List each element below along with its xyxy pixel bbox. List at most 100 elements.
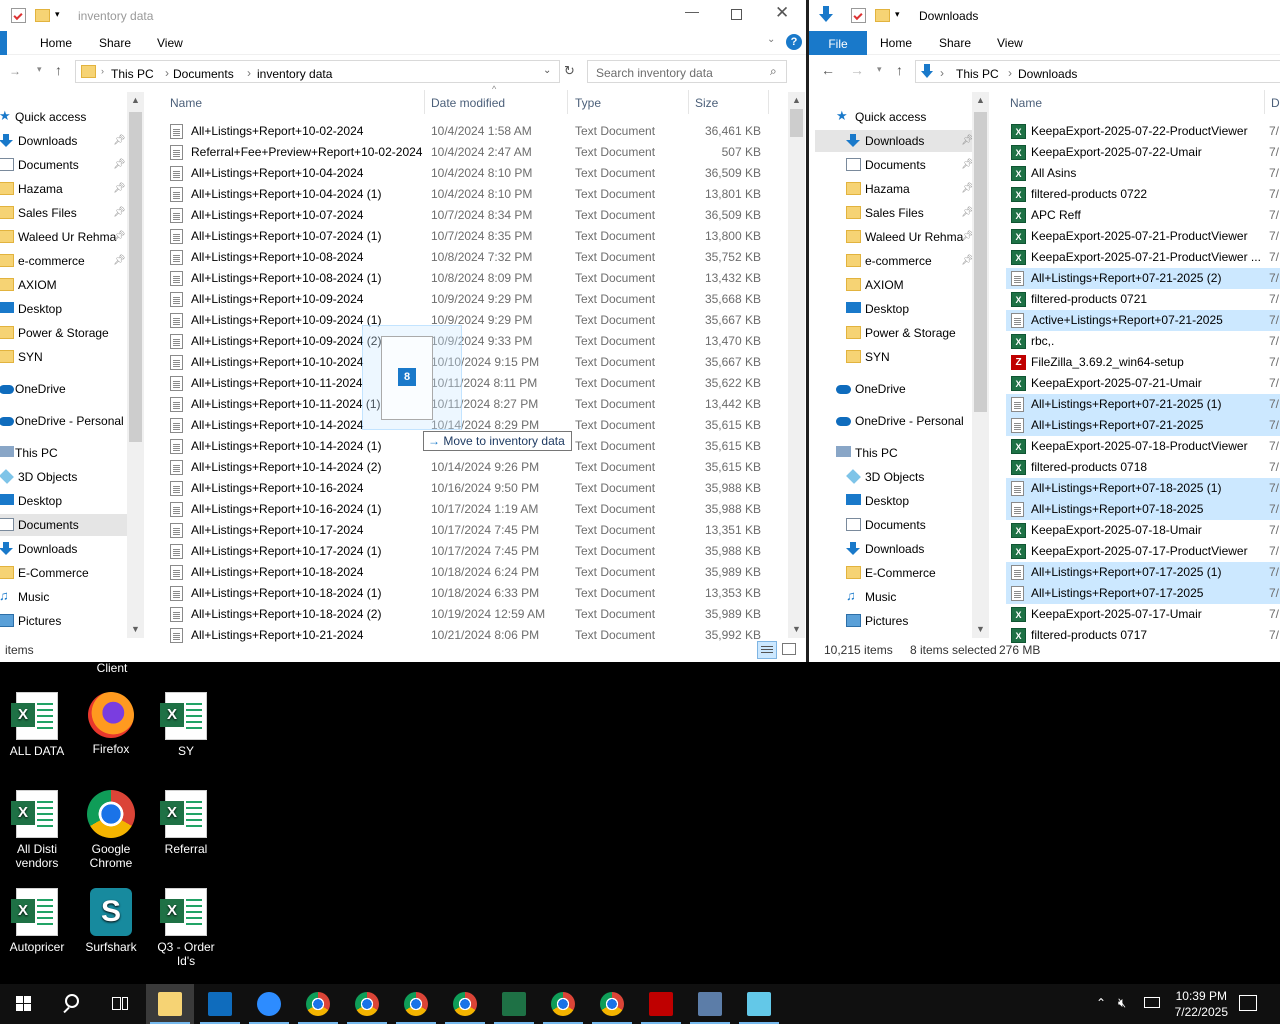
nav-item[interactable]: e-commerce 📌︎	[0, 250, 127, 272]
pin-icon[interactable]: 📌︎	[113, 135, 126, 146]
file-row[interactable]: X KeepaExport-2025-07-21-ProductViewer 7/	[1006, 226, 1280, 247]
file-row[interactable]: All+Listings+Report+10-14-2024 (2) 10/14/…	[165, 457, 785, 478]
file-row[interactable]: X KeepaExport-2025-07-17-ProductViewer 7/	[1006, 541, 1280, 562]
file-row[interactable]: Xfiltered-products 0718 7/	[1006, 457, 1280, 478]
start-button[interactable]	[0, 984, 48, 1024]
scroll-thumb[interactable]	[129, 112, 142, 442]
file-row[interactable]: All+Listings+Report+10-17-2024 (1) 10/17/…	[165, 541, 785, 562]
chrome-button[interactable]	[294, 984, 342, 1024]
chrome-button[interactable]	[588, 984, 636, 1024]
pin-icon[interactable]: 📌︎	[113, 231, 126, 242]
scroll-up-icon[interactable]: ▲	[127, 92, 144, 109]
new-folder-icon[interactable]	[35, 9, 50, 22]
address-bar[interactable]: › This PC › Downloads	[915, 60, 1280, 83]
column-divider[interactable]	[567, 90, 568, 114]
file-row[interactable]: All+Listings+Report+07-18-2025 7/	[1006, 499, 1280, 520]
file-row[interactable]: Xfiltered-products 0722 7/	[1006, 184, 1280, 205]
volume-icon[interactable]: 🔇︎	[1118, 995, 1126, 1011]
system-clock[interactable]: 10:39 PM 7/22/2025	[1175, 988, 1228, 1020]
address-dropdown-icon[interactable]: ⌄	[543, 65, 551, 76]
forward-arrow-icon[interactable]: →	[9, 64, 21, 78]
file-row[interactable]: All+Listings+Report+10-18-2024 (1) 10/18/…	[165, 583, 785, 604]
maximize-button[interactable]	[731, 9, 742, 20]
scroll-up-icon[interactable]: ▲	[972, 92, 989, 109]
minimize-button[interactable]: —	[685, 3, 699, 19]
file-row[interactable]: Xrbc,. 7/	[1006, 331, 1280, 352]
search-input[interactable]: Search inventory data	[587, 60, 787, 83]
nav-item[interactable]: ♫ Music	[0, 586, 127, 608]
column-header-size[interactable]: Size	[695, 96, 718, 110]
properties-icon[interactable]	[851, 8, 866, 23]
file-row[interactable]: All+Listings+Report+10-11-2024 (1) 10/11/…	[165, 394, 785, 415]
nav-item[interactable]: e-commerce 📌︎	[815, 250, 973, 272]
back-arrow-icon[interactable]: ←	[821, 62, 835, 78]
breadcrumb-inventory-data[interactable]: inventory data	[257, 67, 332, 81]
scroll-down-icon[interactable]: ▼	[788, 621, 805, 638]
file-row[interactable]: All+Listings+Report+07-21-2025 (2) 7/	[1006, 268, 1280, 289]
file-row[interactable]: All+Listings+Report+10-10-2024 10/10/2024…	[165, 352, 785, 373]
properties-icon[interactable]	[11, 8, 26, 23]
scroll-thumb[interactable]	[790, 109, 803, 137]
nav-item[interactable]: Desktop	[815, 490, 973, 512]
file-row[interactable]: All+Listings+Report+07-21-2025 (1) 7/	[1006, 394, 1280, 415]
file-row[interactable]: All+Listings+Report+10-02-2024 10/4/2024 …	[165, 121, 785, 142]
breadcrumb-this-pc[interactable]: This PC	[111, 67, 154, 81]
nav-item[interactable]: Pictures	[0, 610, 127, 632]
up-arrow-icon[interactable]: ↑	[55, 62, 62, 78]
desktop-shortcut[interactable]: Google Chrome	[72, 790, 150, 870]
desktop-shortcut[interactable]: X Autopricer	[0, 888, 76, 954]
notifications-icon[interactable]	[1239, 995, 1257, 1011]
forward-arrow-icon[interactable]: →	[850, 62, 864, 78]
filezilla-button[interactable]	[637, 984, 685, 1024]
breadcrumb-this-pc[interactable]: This PC	[956, 67, 999, 81]
file-row[interactable]: X KeepaExport-2025-07-21-ProductViewer ..…	[1006, 247, 1280, 268]
breadcrumb-downloads[interactable]: Downloads	[1018, 67, 1077, 81]
nav-item[interactable]: Desktop	[0, 298, 127, 320]
qat-dropdown-icon[interactable]: ▾	[55, 9, 60, 20]
nav-item[interactable]: OneDrive	[815, 378, 973, 400]
calculator-button[interactable]	[686, 984, 734, 1024]
zoom-button[interactable]	[245, 984, 293, 1024]
nav-item[interactable]: This PC	[815, 442, 973, 464]
nav-item[interactable]: Waleed Ur Rehma 📌︎	[815, 226, 973, 248]
tab-file[interactable]: File	[809, 31, 867, 55]
nav-item[interactable]: OneDrive	[0, 378, 127, 400]
file-row[interactable]: X KeepaExport-2025-07-17-Umair 7/	[1006, 604, 1280, 625]
tab-share[interactable]: Share	[99, 36, 131, 50]
nav-item[interactable]: Downloads 📌︎	[815, 130, 973, 152]
nav-item[interactable]: Hazama 📌︎	[815, 178, 973, 200]
navigation-pane[interactable]: ★ Quick access Downloads 📌︎ Documents 📌︎ Hazam…	[0, 92, 131, 638]
scroll-down-icon[interactable]: ▼	[127, 621, 144, 638]
desktop-shortcut[interactable]: S Surfshark	[72, 888, 150, 954]
search-icon[interactable]: ⌕	[770, 64, 777, 79]
nav-item[interactable]: Desktop	[815, 298, 973, 320]
tab-view[interactable]: View	[157, 36, 183, 50]
chrome-button[interactable]	[441, 984, 489, 1024]
file-row[interactable]: All+Listings+Report+10-09-2024 (1) 10/9/2…	[165, 310, 785, 331]
outlook-button[interactable]	[196, 984, 244, 1024]
file-row[interactable]: All+Listings+Report+10-08-2024 10/8/2024 …	[165, 247, 785, 268]
chrome-button[interactable]	[539, 984, 587, 1024]
nav-item[interactable]: ♫ Music	[815, 586, 973, 608]
pin-icon[interactable]: 📌︎	[113, 183, 126, 194]
large-icons-view-icon[interactable]	[782, 643, 796, 655]
tab-view[interactable]: View	[997, 36, 1023, 50]
file-row[interactable]: X APC Reff 7/	[1006, 205, 1280, 226]
column-divider[interactable]	[1264, 90, 1265, 114]
file-row[interactable]: X KeepaExport-2025-07-22-ProductViewer 7/	[1006, 121, 1280, 142]
explorer-window-downloads[interactable]: ▾ Downloads File Home Share View ← → ▾ ↑…	[809, 0, 1280, 662]
nav-item[interactable]: Desktop	[0, 490, 127, 512]
column-header-type[interactable]: Type	[575, 96, 601, 110]
pin-icon[interactable]: 📌︎	[113, 207, 126, 218]
file-row[interactable]: All+Listings+Report+10-16-2024 10/16/2024…	[165, 478, 785, 499]
nav-item[interactable]: Documents	[815, 514, 973, 536]
scroll-down-icon[interactable]: ▼	[972, 621, 989, 638]
nav-item[interactable]: 3D Objects	[0, 466, 127, 488]
scroll-up-icon[interactable]: ▲	[788, 92, 805, 109]
excel-button[interactable]	[490, 984, 538, 1024]
search-button[interactable]	[48, 984, 96, 1024]
file-row[interactable]: All+Listings+Report+07-18-2025 (1) 7/	[1006, 478, 1280, 499]
column-header-date[interactable]: D	[1271, 96, 1280, 110]
chrome-button[interactable]	[343, 984, 391, 1024]
nav-item[interactable]: This PC	[0, 442, 127, 464]
